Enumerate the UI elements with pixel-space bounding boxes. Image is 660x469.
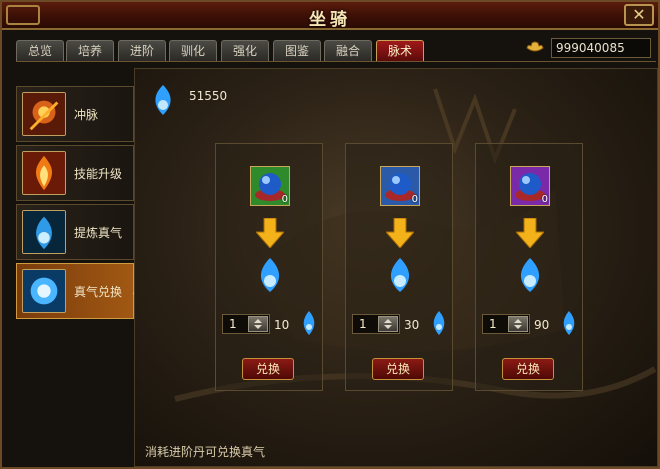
exchange-button[interactable]: 兑换 bbox=[372, 358, 424, 380]
decrement-icon[interactable] bbox=[514, 325, 522, 329]
item-stack-count: 0 bbox=[281, 194, 288, 205]
decrement-icon[interactable] bbox=[384, 325, 392, 329]
decrement-icon[interactable] bbox=[254, 325, 262, 329]
true-qi-icon bbox=[520, 258, 540, 292]
true-qi-icon bbox=[303, 311, 315, 335]
mount-window: 坐骑 ✕ 总览 培养 进阶 驯化 强化 图鉴 融合 脉术 999040085 冲… bbox=[0, 0, 660, 469]
exchange-option-card: 0 1 30 兑换 bbox=[345, 143, 453, 391]
qi-reward-value: 90 bbox=[534, 318, 550, 332]
sidebar-item-label: 技能升级 bbox=[74, 167, 123, 181]
tab-cultivate[interactable]: 培养 bbox=[66, 40, 114, 61]
exchange-button[interactable]: 兑换 bbox=[242, 358, 294, 380]
exchange-option-card: 0 1 90 兑换 bbox=[475, 143, 583, 391]
item-slot[interactable]: 0 bbox=[380, 166, 420, 206]
close-button[interactable]: ✕ bbox=[624, 4, 654, 26]
title-bar[interactable]: 坐骑 ✕ bbox=[2, 2, 658, 30]
spinner-buttons[interactable] bbox=[248, 316, 268, 332]
tab-meridian-art[interactable]: 脉术 bbox=[376, 40, 424, 61]
sidebar-item-skill-upgrade[interactable]: 技能升级 bbox=[16, 145, 134, 201]
exchange-option-card: 0 1 10 兑换 bbox=[215, 143, 323, 391]
spinner-buttons[interactable] bbox=[378, 316, 398, 332]
window-title: 坐骑 bbox=[309, 10, 351, 30]
true-qi-icon bbox=[390, 258, 410, 292]
spinner-buttons[interactable] bbox=[508, 316, 528, 332]
item-slot[interactable]: 0 bbox=[250, 166, 290, 206]
tab-codex[interactable]: 图鉴 bbox=[273, 40, 321, 61]
sidebar-item-refine-qi[interactable]: 提炼真气 bbox=[16, 204, 134, 260]
item-slot[interactable]: 0 bbox=[510, 166, 550, 206]
exchange-button[interactable]: 兑换 bbox=[502, 358, 554, 380]
tab-advance[interactable]: 进阶 bbox=[118, 40, 166, 61]
skill-upgrade-icon bbox=[22, 151, 66, 195]
meridian-icon bbox=[22, 92, 66, 136]
sidebar-item-meridian[interactable]: 冲脉 bbox=[16, 86, 134, 142]
qi-reward-value: 10 bbox=[274, 318, 290, 332]
sidebar-item-label: 提炼真气 bbox=[74, 226, 123, 240]
tab-fusion[interactable]: 融合 bbox=[324, 40, 372, 61]
true-qi-icon bbox=[433, 311, 445, 335]
tab-tame[interactable]: 驯化 bbox=[169, 40, 217, 61]
quantity-stepper[interactable]: 1 bbox=[222, 314, 270, 334]
true-qi-icon bbox=[155, 85, 171, 115]
tab-enhance[interactable]: 强化 bbox=[221, 40, 269, 61]
quantity-stepper[interactable]: 1 bbox=[352, 314, 400, 334]
true-qi-icon bbox=[260, 258, 280, 292]
currency-amount: 999040085 bbox=[551, 38, 651, 58]
down-arrow-icon bbox=[386, 218, 414, 248]
true-qi-icon bbox=[563, 311, 575, 335]
increment-icon[interactable] bbox=[514, 319, 522, 323]
item-stack-count: 0 bbox=[411, 194, 418, 205]
qi-reward-value: 30 bbox=[404, 318, 420, 332]
tab-overview[interactable]: 总览 bbox=[16, 40, 64, 61]
footer-note: 消耗进阶丹可兑换真气 bbox=[145, 445, 266, 459]
down-arrow-icon bbox=[516, 218, 544, 248]
quantity-value: 1 bbox=[229, 317, 237, 331]
refine-qi-icon bbox=[22, 210, 66, 254]
quantity-value: 1 bbox=[489, 317, 497, 331]
sidebar-item-qi-exchange[interactable]: 真气兑换 〈 bbox=[16, 263, 139, 319]
sidebar-item-label: 冲脉 bbox=[74, 108, 99, 122]
increment-icon[interactable] bbox=[384, 319, 392, 323]
increment-icon[interactable] bbox=[254, 319, 262, 323]
tab-divider bbox=[16, 61, 656, 62]
exchange-panel: 51550 0 1 10 兑换 0 1 30 兑换 0 1 90 兑换 消耗进阶… bbox=[134, 68, 658, 467]
quantity-value: 1 bbox=[359, 317, 367, 331]
qi-total-value: 51550 bbox=[189, 89, 228, 103]
qi-exchange-icon bbox=[22, 269, 66, 313]
sidebar-item-label: 真气兑换 bbox=[74, 285, 123, 299]
gold-ingot-icon bbox=[526, 41, 544, 52]
quantity-stepper[interactable]: 1 bbox=[482, 314, 530, 334]
down-arrow-icon bbox=[256, 218, 284, 248]
item-stack-count: 0 bbox=[541, 194, 548, 205]
